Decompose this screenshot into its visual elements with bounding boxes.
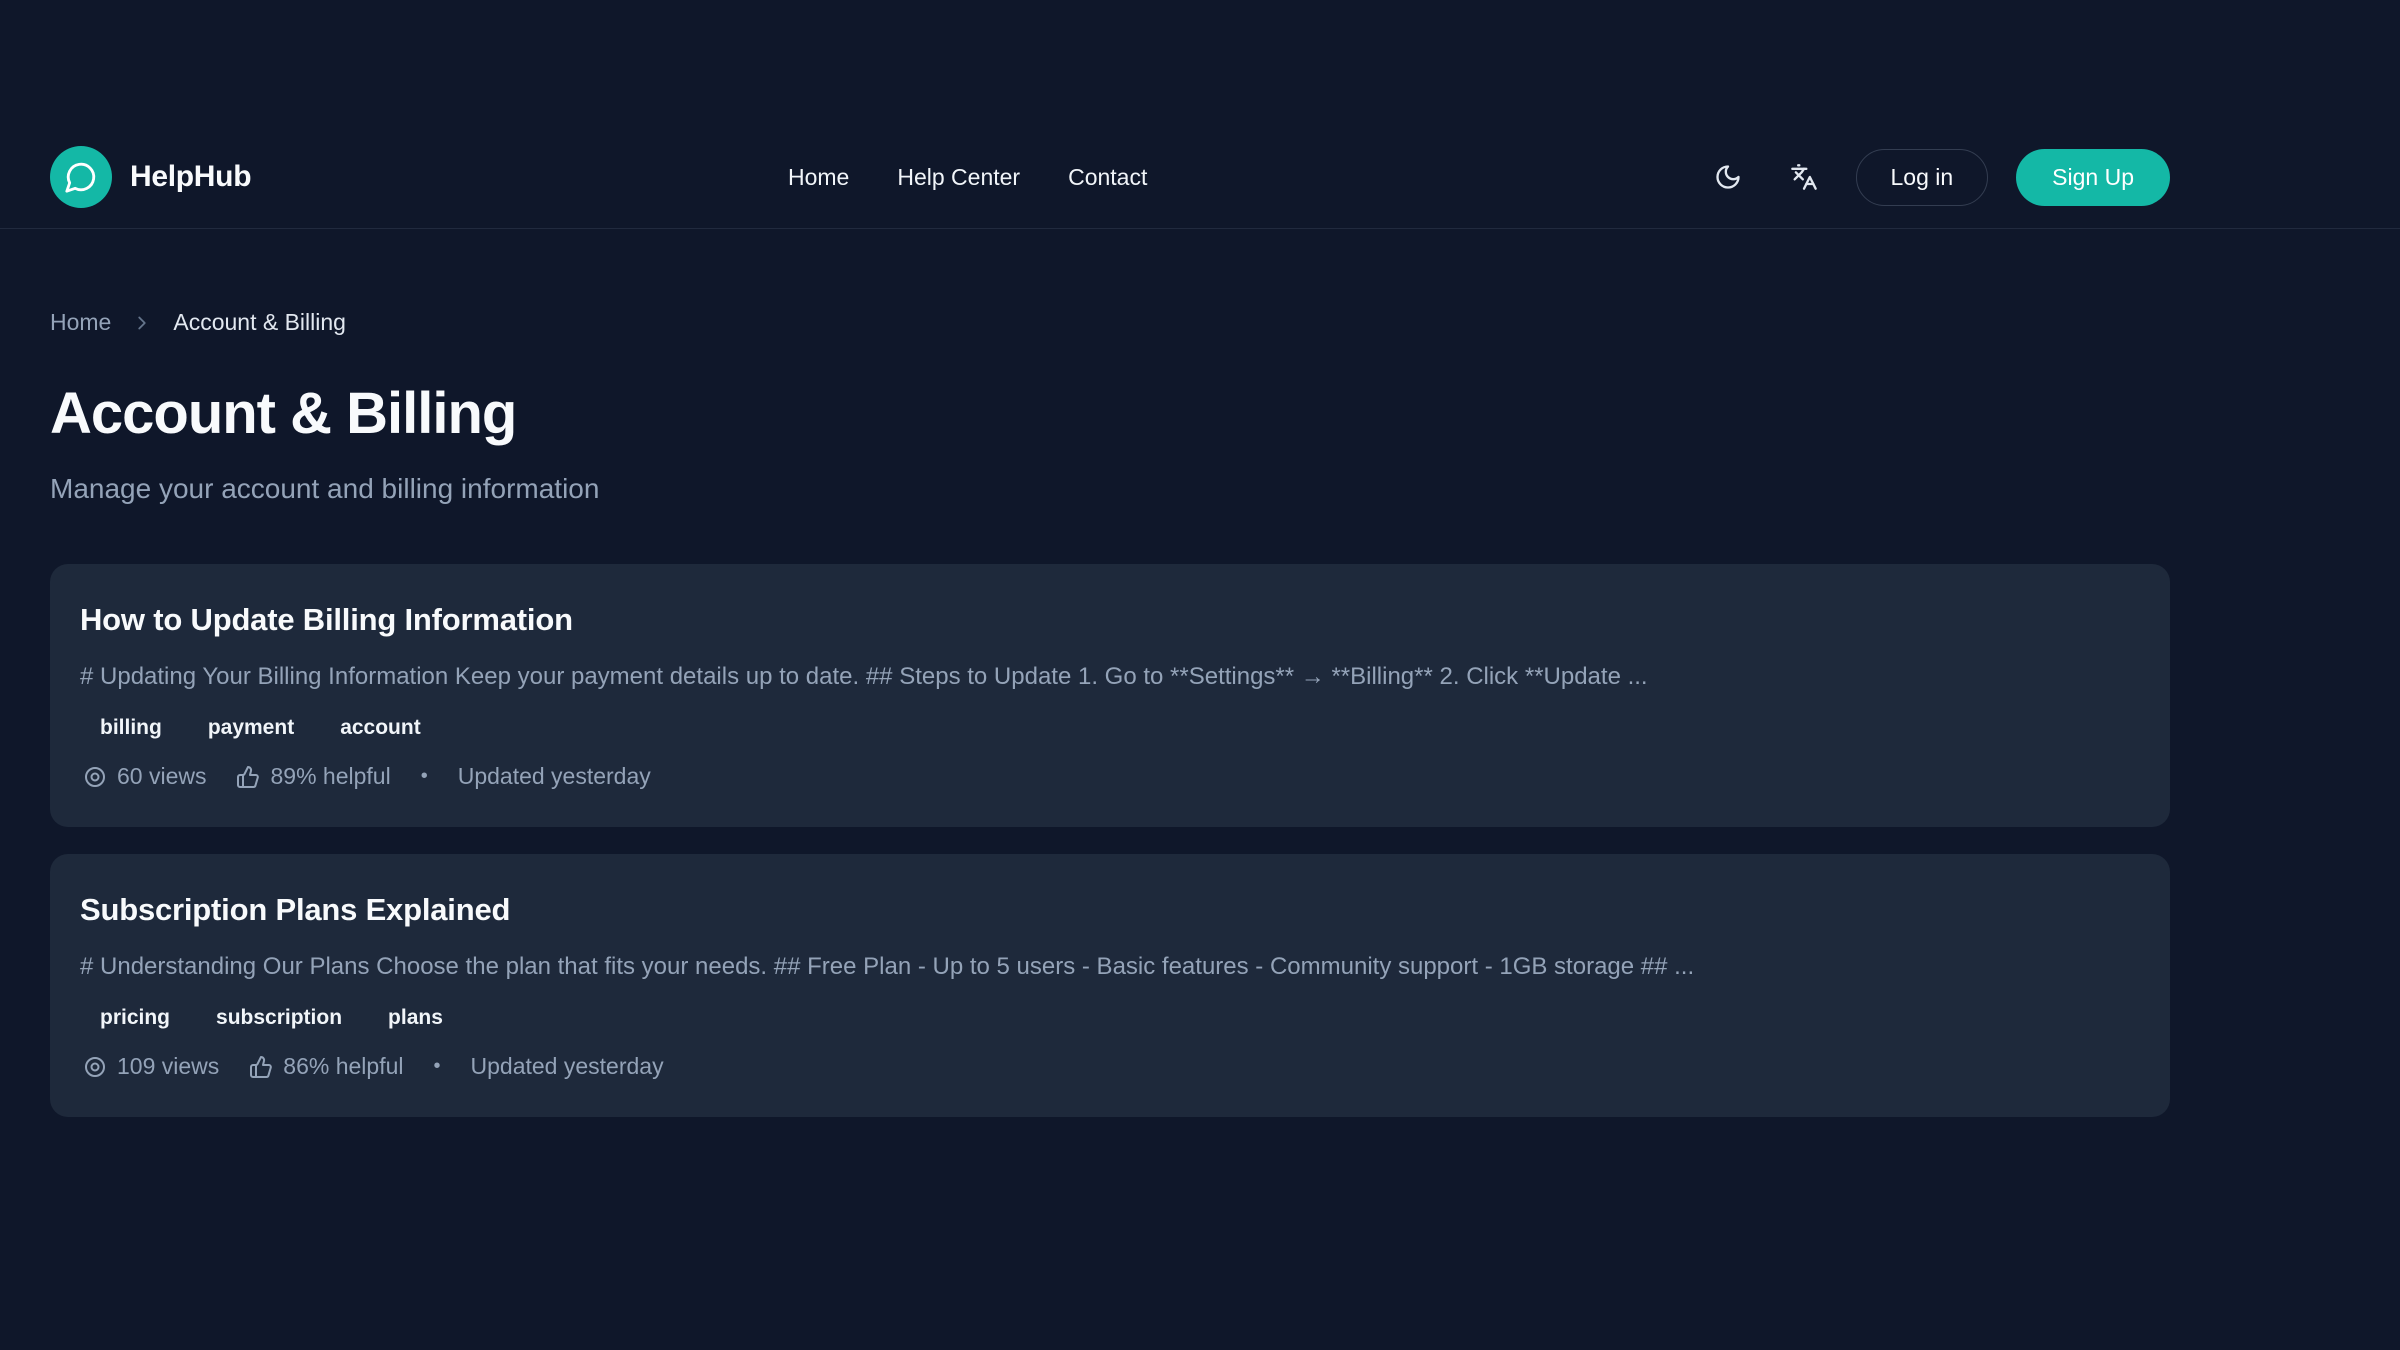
updated-label: Updated yesterday xyxy=(471,1053,664,1080)
breadcrumb-current: Account & Billing xyxy=(173,309,346,336)
meta-separator-dot: • xyxy=(421,765,428,788)
article-meta: 109 views 86% helpful • Updated yesterda… xyxy=(80,1053,2130,1080)
helpful-stat: 89% helpful xyxy=(236,763,390,790)
updated-label: Updated yesterday xyxy=(458,763,651,790)
page-title: Account & Billing xyxy=(50,380,2170,447)
views-stat: 109 views xyxy=(83,1053,219,1080)
top-navigation-bar: HelpHub Home Help Center Contact xyxy=(0,0,2400,229)
brand-name: HelpHub xyxy=(130,160,251,194)
thumbs-up-icon xyxy=(236,765,260,789)
article-meta: 60 views 89% helpful • Updated yesterday xyxy=(80,763,2130,790)
article-tags: billing payment account xyxy=(80,716,2130,740)
chevron-right-icon xyxy=(131,312,153,334)
brand-logo-badge xyxy=(50,146,112,208)
article-tags: pricing subscription plans xyxy=(80,1006,2130,1030)
article-card-billing-info[interactable]: How to Update Billing Information # Upda… xyxy=(50,564,2170,827)
main-content: Home Account & Billing Account & Billing… xyxy=(50,309,2170,1117)
article-card-subscription-plans[interactable]: Subscription Plans Explained # Understan… xyxy=(50,854,2170,1117)
meta-separator-dot: • xyxy=(433,1055,440,1078)
views-stat: 60 views xyxy=(83,763,206,790)
eye-icon xyxy=(83,765,107,789)
signup-button[interactable]: Sign Up xyxy=(2016,149,2170,206)
dark-mode-toggle[interactable] xyxy=(1704,153,1752,201)
page-subtitle: Manage your account and billing informat… xyxy=(50,473,2170,505)
nav-link-contact[interactable]: Contact xyxy=(1068,164,1147,191)
speech-bubble-icon xyxy=(64,160,98,194)
article-title[interactable]: Subscription Plans Explained xyxy=(80,892,2130,928)
nav-actions: Log in Sign Up xyxy=(1704,146,2171,208)
article-title[interactable]: How to Update Billing Information xyxy=(80,602,2130,638)
helpful-stat: 86% helpful xyxy=(249,1053,403,1080)
breadcrumb: Home Account & Billing xyxy=(50,309,2170,336)
article-snippet: # Updating Your Billing Information Keep… xyxy=(80,659,2130,695)
helpful-label: 86% helpful xyxy=(283,1053,403,1080)
tag: payment xyxy=(208,716,294,740)
tag: account xyxy=(340,716,421,740)
tag: pricing xyxy=(100,1006,170,1030)
article-snippet: # Understanding Our Plans Choose the pla… xyxy=(80,949,2130,985)
article-list: How to Update Billing Information # Upda… xyxy=(50,564,2170,1117)
translate-icon xyxy=(1790,163,1818,191)
helpful-label: 89% helpful xyxy=(270,763,390,790)
eye-icon xyxy=(83,1055,107,1079)
primary-nav: Home Help Center Contact xyxy=(788,146,1147,208)
nav-link-help-center[interactable]: Help Center xyxy=(897,164,1020,191)
nav-link-home[interactable]: Home xyxy=(788,164,849,191)
tag: subscription xyxy=(216,1006,342,1030)
brand-logo[interactable]: HelpHub xyxy=(50,146,251,208)
tag: plans xyxy=(388,1006,443,1030)
thumbs-up-icon xyxy=(249,1055,273,1079)
login-button[interactable]: Log in xyxy=(1856,149,1989,206)
tag: billing xyxy=(100,716,162,740)
breadcrumb-home-link[interactable]: Home xyxy=(50,309,111,336)
views-label: 60 views xyxy=(117,763,206,790)
moon-icon xyxy=(1714,163,1742,191)
language-toggle[interactable] xyxy=(1780,153,1828,201)
views-label: 109 views xyxy=(117,1053,219,1080)
